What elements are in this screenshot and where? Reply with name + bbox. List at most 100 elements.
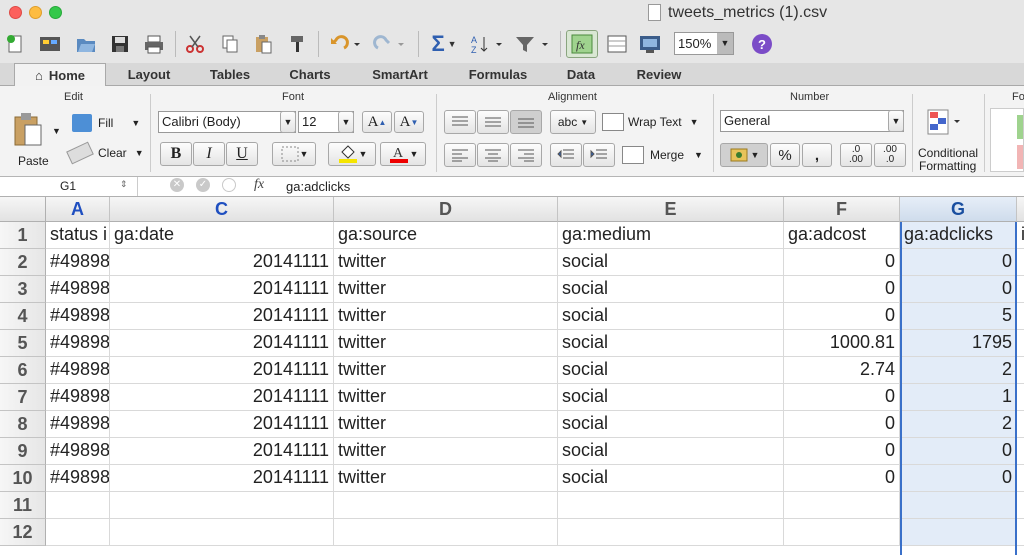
- table-cell[interactable]: social: [558, 384, 784, 411]
- minimize-window-button[interactable]: [29, 6, 42, 19]
- number-format-select[interactable]: General: [720, 110, 904, 132]
- table-cell[interactable]: [1017, 330, 1024, 357]
- show-hide-icon[interactable]: [604, 30, 630, 58]
- table-cell[interactable]: [1017, 492, 1024, 519]
- table-cell[interactable]: #49898: [46, 276, 110, 303]
- table-cell[interactable]: twitter: [334, 303, 558, 330]
- paste-label[interactable]: Paste: [18, 154, 49, 168]
- table-cell[interactable]: 0: [784, 438, 900, 465]
- table-cell[interactable]: twitter: [334, 465, 558, 492]
- table-cell[interactable]: i: [1017, 222, 1024, 249]
- table-cell[interactable]: 20141111: [110, 357, 334, 384]
- table-cell[interactable]: [784, 492, 900, 519]
- table-cell[interactable]: ga:source: [334, 222, 558, 249]
- paste-chevron-icon[interactable]: ▼: [52, 126, 61, 136]
- table-cell[interactable]: social: [558, 249, 784, 276]
- font-name-select[interactable]: Calibri (Body): [158, 111, 296, 133]
- table-cell[interactable]: #49898: [46, 411, 110, 438]
- insert-function-icon[interactable]: fx: [254, 177, 264, 193]
- help-icon[interactable]: ?: [750, 30, 774, 58]
- circle-icon[interactable]: [222, 178, 236, 192]
- row-header[interactable]: 4: [0, 303, 46, 330]
- table-cell[interactable]: 0: [784, 384, 900, 411]
- chevron-down-icon[interactable]: ▼: [717, 33, 733, 54]
- sort-icon[interactable]: AZ: [468, 30, 506, 58]
- table-cell[interactable]: 1000.81: [784, 330, 900, 357]
- table-cell[interactable]: twitter: [334, 249, 558, 276]
- row-header[interactable]: 11: [0, 492, 46, 519]
- table-cell[interactable]: status i: [46, 222, 110, 249]
- table-cell[interactable]: #49898: [46, 303, 110, 330]
- table-cell[interactable]: social: [558, 357, 784, 384]
- font-name-chevron-icon[interactable]: ▼: [280, 111, 296, 133]
- borders-icon[interactable]: ▼: [272, 142, 316, 166]
- tab-smartart[interactable]: SmartArt: [350, 63, 450, 86]
- table-cell[interactable]: 2.74: [784, 357, 900, 384]
- row-header[interactable]: 6: [0, 357, 46, 384]
- font-color-icon[interactable]: A ▼: [380, 142, 426, 166]
- tab-tables[interactable]: Tables: [190, 63, 270, 86]
- align-middle-icon[interactable]: [477, 110, 509, 134]
- copy-icon[interactable]: [218, 30, 242, 58]
- name-box[interactable]: G1 ⇕: [0, 177, 138, 196]
- column-header-e[interactable]: E: [558, 197, 784, 222]
- column-header-f[interactable]: F: [784, 197, 900, 222]
- table-cell[interactable]: [1017, 438, 1024, 465]
- table-cell[interactable]: [110, 492, 334, 519]
- fill-button[interactable]: Fill ▼: [72, 114, 140, 132]
- row-header[interactable]: 5: [0, 330, 46, 357]
- close-window-button[interactable]: [9, 6, 22, 19]
- wrap-text-button[interactable]: Wrap Text ▼: [602, 113, 699, 131]
- table-cell[interactable]: [558, 519, 784, 546]
- row-header[interactable]: 7: [0, 384, 46, 411]
- tab-charts[interactable]: Charts: [270, 63, 350, 86]
- table-cell[interactable]: [46, 492, 110, 519]
- table-cell[interactable]: #49898: [46, 384, 110, 411]
- table-cell[interactable]: [1017, 357, 1024, 384]
- row-header[interactable]: 9: [0, 438, 46, 465]
- table-cell[interactable]: twitter: [334, 276, 558, 303]
- open-icon[interactable]: [74, 30, 98, 58]
- align-left-icon[interactable]: [444, 143, 476, 167]
- formula-builder-icon[interactable]: fx: [566, 30, 598, 58]
- number-format-chevron-icon[interactable]: ▼: [888, 110, 904, 132]
- font-size-chevron-icon[interactable]: ▼: [338, 111, 354, 133]
- conditional-formatting-icon[interactable]: [924, 108, 964, 138]
- table-cell[interactable]: 20141111: [110, 249, 334, 276]
- tab-data[interactable]: Data: [546, 63, 616, 86]
- table-cell[interactable]: 20141111: [110, 411, 334, 438]
- table-cell[interactable]: #49898: [46, 465, 110, 492]
- paste-big-icon[interactable]: [8, 110, 48, 150]
- row-header[interactable]: 10: [0, 465, 46, 492]
- cancel-icon[interactable]: ✕: [170, 178, 184, 192]
- name-box-stepper-icon[interactable]: ⇕: [120, 179, 128, 190]
- table-cell[interactable]: [334, 519, 558, 546]
- tab-formulas[interactable]: Formulas: [450, 63, 546, 86]
- row-header[interactable]: 3: [0, 276, 46, 303]
- table-cell[interactable]: #49898: [46, 438, 110, 465]
- column-header-next[interactable]: [1017, 197, 1024, 222]
- save-icon[interactable]: [108, 30, 132, 58]
- align-top-icon[interactable]: [444, 110, 476, 134]
- table-cell[interactable]: [784, 519, 900, 546]
- table-cell[interactable]: twitter: [334, 384, 558, 411]
- merge-button[interactable]: Merge ▼: [622, 146, 703, 164]
- column-header-c[interactable]: C: [110, 197, 334, 222]
- table-cell[interactable]: 20141111: [110, 465, 334, 492]
- table-cell[interactable]: 0: [784, 411, 900, 438]
- increase-indent-icon[interactable]: [583, 143, 615, 167]
- table-cell[interactable]: #49898: [46, 249, 110, 276]
- table-cell[interactable]: 0: [784, 465, 900, 492]
- undo-icon[interactable]: [326, 30, 364, 58]
- table-cell[interactable]: [558, 492, 784, 519]
- table-cell[interactable]: twitter: [334, 330, 558, 357]
- table-cell[interactable]: twitter: [334, 357, 558, 384]
- format-painter-icon[interactable]: [285, 30, 309, 58]
- gallery-icon[interactable]: [38, 30, 62, 58]
- table-cell[interactable]: 0: [784, 249, 900, 276]
- italic-icon[interactable]: I: [193, 142, 225, 166]
- table-cell[interactable]: twitter: [334, 411, 558, 438]
- table-cell[interactable]: ga:medium: [558, 222, 784, 249]
- align-center-icon[interactable]: [477, 143, 509, 167]
- table-cell[interactable]: 0: [784, 303, 900, 330]
